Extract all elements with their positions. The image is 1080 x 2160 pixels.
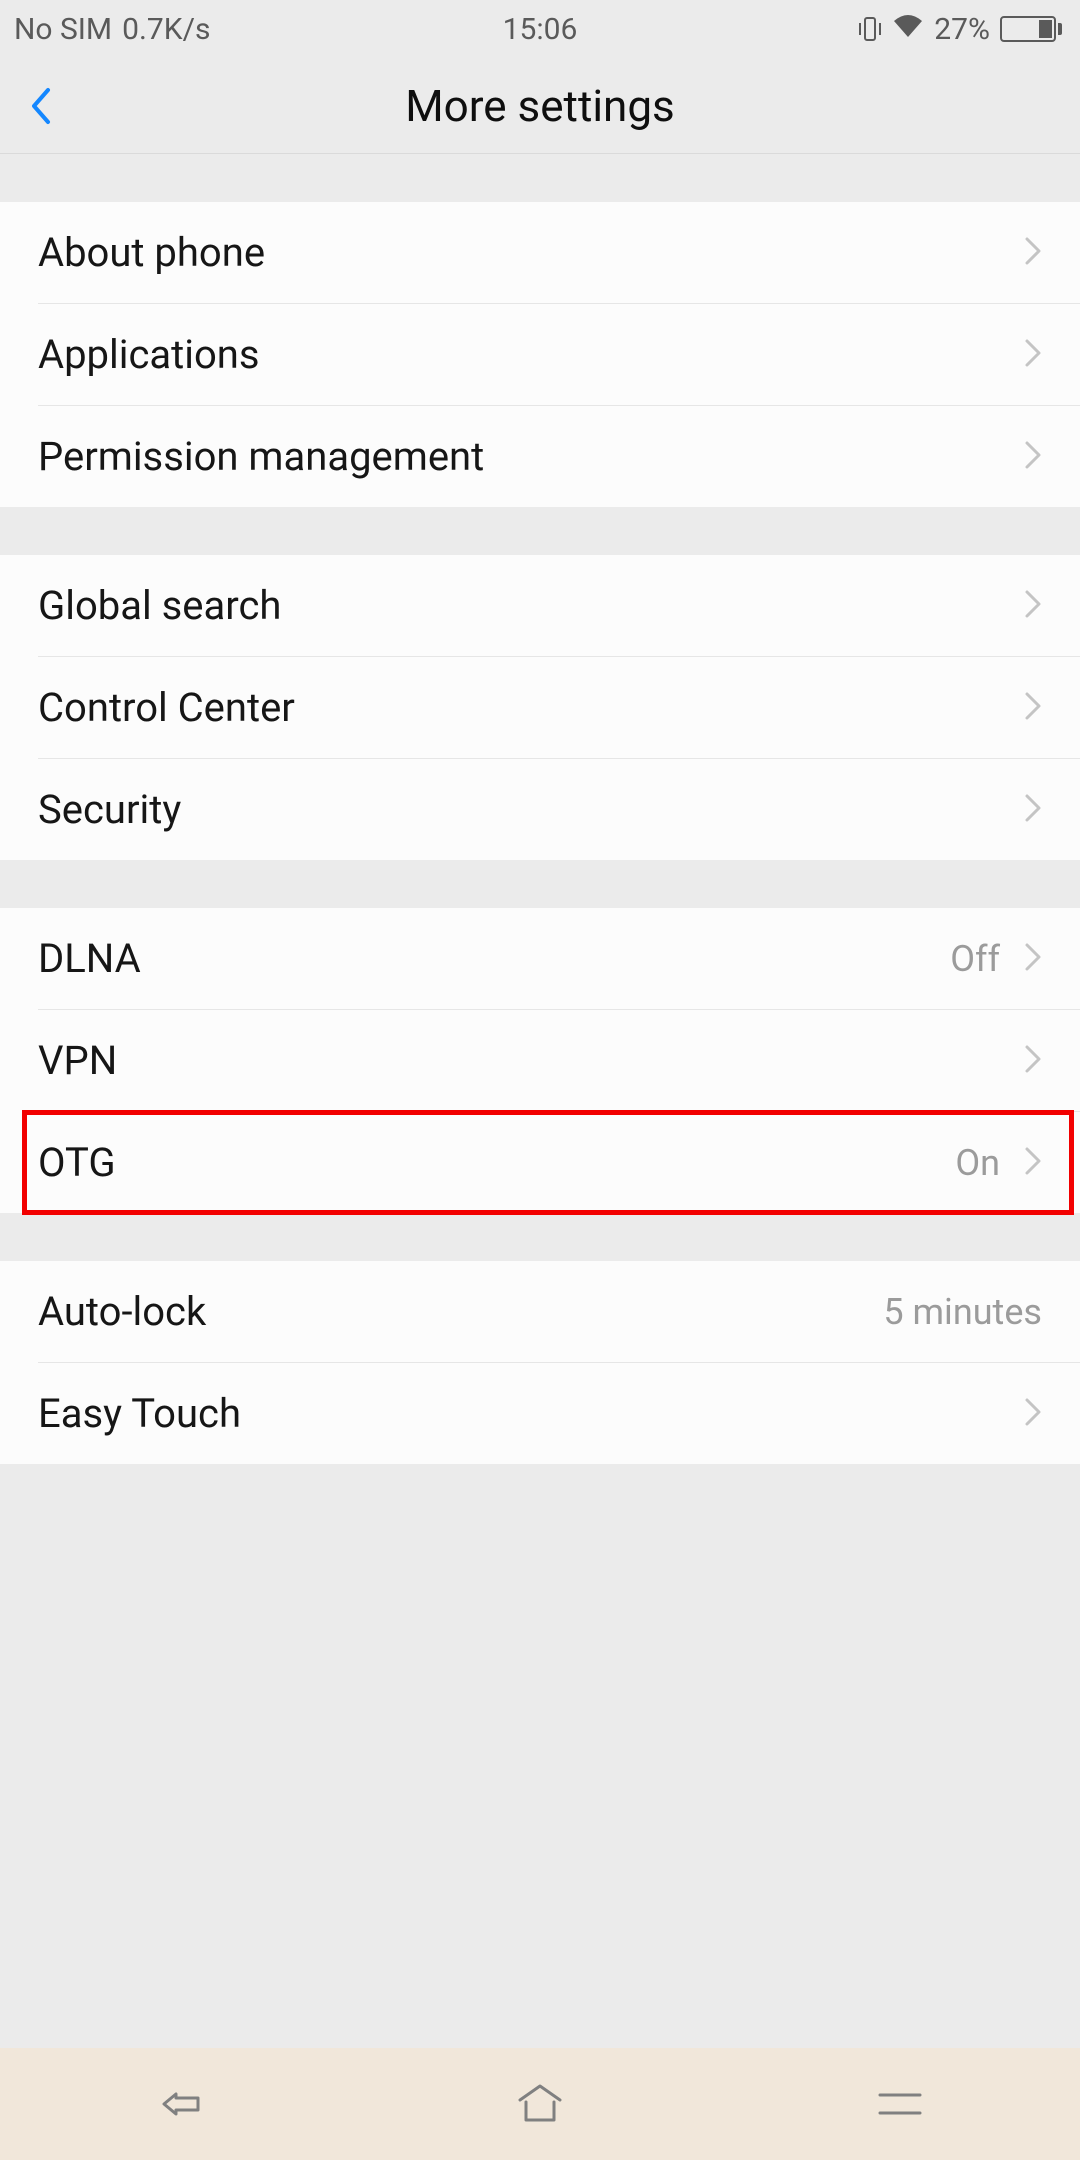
section-gap (0, 1213, 1080, 1261)
row-label: Control Center (38, 684, 1024, 731)
chevron-right-icon (1024, 1044, 1042, 1078)
chevron-right-icon (1024, 691, 1042, 725)
row-auto-lock[interactable]: Auto-lock 5 minutes (0, 1261, 1080, 1362)
section-features: Global search Control Center Security (0, 555, 1080, 860)
nav-back-button[interactable] (120, 2074, 240, 2134)
home-nav-icon (510, 2082, 570, 2126)
row-dlna[interactable]: DLNA Off (0, 908, 1080, 1009)
chevron-left-icon (28, 86, 52, 126)
row-security[interactable]: Security (0, 759, 1080, 860)
row-label: OTG (38, 1139, 955, 1186)
vibrate-icon (858, 15, 882, 43)
row-permission-management[interactable]: Permission management (0, 406, 1080, 507)
header: More settings (0, 58, 1080, 154)
row-label: DLNA (38, 935, 950, 982)
row-label: Security (38, 786, 1024, 833)
row-label: Applications (38, 331, 1024, 378)
chevron-right-icon (1024, 793, 1042, 827)
row-value: On (955, 1142, 1000, 1184)
nav-menu-button[interactable] (840, 2074, 960, 2134)
battery-percentage: 27% (934, 12, 990, 47)
row-applications[interactable]: Applications (0, 304, 1080, 405)
chevron-right-icon (1024, 942, 1042, 976)
chevron-right-icon (1024, 338, 1042, 372)
status-time: 15:06 (503, 12, 578, 47)
chevron-right-icon (1024, 1146, 1042, 1180)
row-easy-touch[interactable]: Easy Touch (0, 1363, 1080, 1464)
row-value: Off (950, 938, 1000, 980)
row-global-search[interactable]: Global search (0, 555, 1080, 656)
row-label: VPN (38, 1037, 1024, 1084)
row-value: 5 minutes (883, 1291, 1042, 1333)
section-gap (0, 154, 1080, 202)
row-label: Permission management (38, 433, 1024, 480)
sim-status: No SIM (14, 12, 112, 47)
status-left: No SIM 0.7K/s (14, 12, 210, 47)
chevron-right-icon (1024, 440, 1042, 474)
back-nav-icon (150, 2084, 210, 2124)
section-connectivity: DLNA Off VPN OTG On (0, 908, 1080, 1213)
section-general: About phone Applications Permission mana… (0, 202, 1080, 507)
row-label: Global search (38, 582, 1024, 629)
navigation-bar (0, 2048, 1080, 2160)
chevron-right-icon (1024, 1397, 1042, 1431)
row-vpn[interactable]: VPN (0, 1010, 1080, 1111)
section-gap (0, 860, 1080, 908)
back-button[interactable] (0, 58, 80, 153)
status-right: 27% (858, 12, 1062, 47)
nav-home-button[interactable] (480, 2074, 600, 2134)
status-bar: No SIM 0.7K/s 15:06 27% (0, 0, 1080, 58)
battery-icon (1000, 16, 1062, 42)
row-otg[interactable]: OTG On (0, 1112, 1080, 1213)
row-about-phone[interactable]: About phone (0, 202, 1080, 303)
menu-nav-icon (874, 2087, 926, 2121)
chevron-right-icon (1024, 236, 1042, 270)
row-label: About phone (38, 229, 1024, 276)
section-lock: Auto-lock 5 minutes Easy Touch (0, 1261, 1080, 1464)
row-control-center[interactable]: Control Center (0, 657, 1080, 758)
page-title: More settings (405, 80, 675, 132)
wifi-icon (892, 12, 924, 47)
row-label: Easy Touch (38, 1390, 1024, 1437)
section-gap (0, 507, 1080, 555)
chevron-right-icon (1024, 589, 1042, 623)
row-label: Auto-lock (38, 1288, 883, 1335)
network-speed: 0.7K/s (122, 12, 210, 47)
